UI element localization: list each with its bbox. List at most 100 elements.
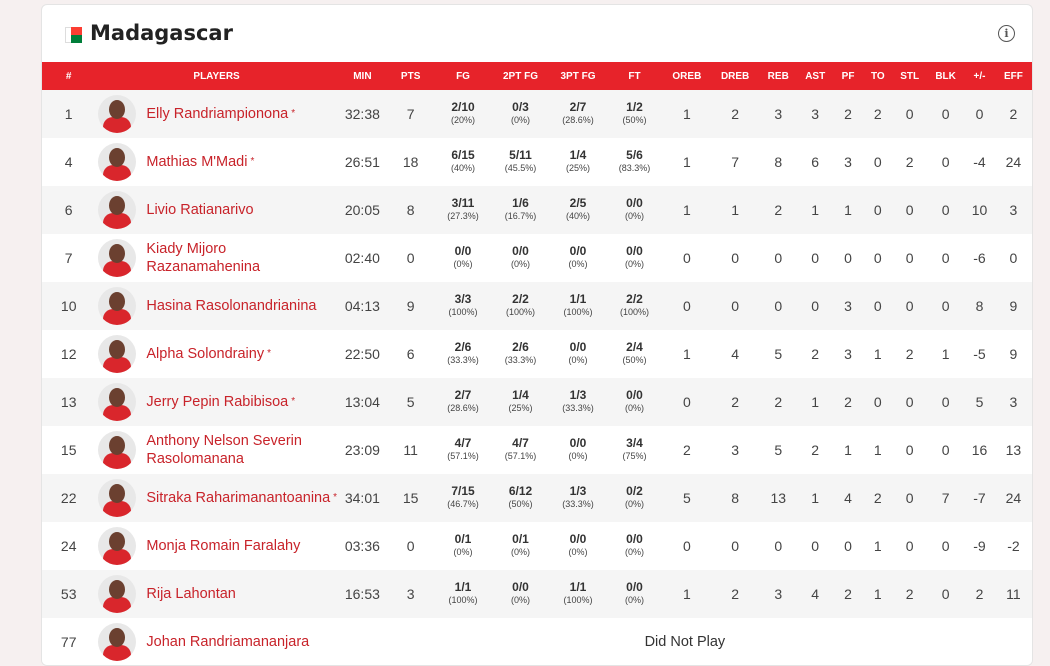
- column-header[interactable]: FG: [434, 62, 492, 90]
- to-cell: 0: [873, 154, 882, 170]
- player-name-link[interactable]: Elly Randriampionona *: [146, 105, 295, 123]
- fg2-cell-pct: (57.1%): [504, 451, 537, 461]
- reb-cell: 5: [774, 442, 783, 458]
- column-header[interactable]: EFF: [995, 62, 1032, 90]
- table-row: 4 Mathias M'Madi * 26:51 18 6/15 (40%) 5/11 (45.…: [42, 138, 1032, 186]
- ft-cell: 2/4 (50%): [607, 330, 662, 378]
- fg-cell-made: 3/3: [454, 292, 472, 306]
- player-name-link[interactable]: Monja Romain Faralahy: [146, 537, 300, 555]
- ft-cell-made: 0/2: [626, 484, 643, 498]
- player-name-link[interactable]: Jerry Pepin Rabibisoa *: [146, 393, 295, 411]
- starter-mark: *: [250, 156, 255, 167]
- ft-cell-pct: (0%): [624, 547, 644, 557]
- player-name-link[interactable]: Rija Lahontan: [146, 585, 236, 603]
- dreb-cell: 4: [731, 346, 740, 362]
- ft-cell-made: 0/0: [626, 244, 643, 258]
- jersey-number: 6: [64, 202, 73, 218]
- fg2-cell: 0/0 (0%): [492, 234, 550, 282]
- reb-cell: 13: [770, 490, 787, 506]
- jersey-number: 24: [60, 538, 77, 554]
- to-cell: 2: [873, 490, 882, 506]
- player-name-link[interactable]: Johan Randriamananjara: [146, 633, 309, 651]
- column-header[interactable]: AST: [798, 62, 833, 90]
- fg3-cell-made: 0/0: [569, 244, 587, 258]
- column-header[interactable]: 3PT FG: [549, 62, 607, 90]
- plus-minus-cell: -5: [973, 346, 986, 362]
- fg3-cell: 0/0 (0%): [549, 522, 607, 570]
- ft-cell: 5/6 (83.3%): [607, 138, 662, 186]
- column-header[interactable]: PF: [833, 62, 864, 90]
- fg2-cell-made: 0/1: [512, 532, 529, 546]
- column-header[interactable]: OREB: [662, 62, 711, 90]
- player-name-link[interactable]: Anthony Nelson Severin Rasolomanana: [146, 432, 337, 468]
- player-cell: Sitraka Raharimanantoanina *: [95, 474, 337, 522]
- pf-cell: 0: [844, 538, 852, 554]
- fg3-cell-pct: (0%): [568, 259, 588, 269]
- jersey-number: 12: [60, 346, 77, 362]
- eff-cell: 2: [1009, 106, 1018, 122]
- starter-mark: *: [333, 492, 338, 503]
- jersey-number: 77: [60, 634, 77, 650]
- eff-cell: -2: [1007, 538, 1020, 554]
- stl-cell: 2: [905, 154, 914, 170]
- eff-cell: 24: [1005, 154, 1022, 170]
- team-header: Madagascar i: [42, 5, 1032, 62]
- did-not-play-label: Did Not Play: [644, 634, 726, 650]
- column-header: #: [65, 70, 72, 82]
- table-row: 10 Hasina Rasolonandrianina 04:13 9 3/3 (100%…: [42, 282, 1032, 330]
- stl-cell: 0: [905, 442, 914, 458]
- eff-cell: 3: [1009, 394, 1018, 410]
- player-name-link[interactable]: Mathias M'Madi *: [146, 153, 254, 171]
- column-header[interactable]: BLK: [927, 62, 964, 90]
- player-name-link[interactable]: Livio Ratianarivo: [146, 201, 253, 219]
- column-header[interactable]: PTS: [387, 62, 434, 90]
- starter-mark: *: [291, 396, 296, 407]
- ast-cell: 0: [811, 298, 820, 314]
- player-name-link[interactable]: Alpha Solondrainy *: [146, 345, 271, 363]
- player-name-link[interactable]: Hasina Rasolonandrianina: [146, 297, 316, 315]
- fg-cell-made: 0/1: [454, 532, 472, 546]
- ft-cell-made: 0/0: [626, 196, 643, 210]
- points-cell: 0: [406, 538, 415, 554]
- fg2-cell-pct: (50%): [508, 499, 533, 509]
- fg-cell-pct: (57.1%): [447, 451, 479, 461]
- stl-cell: 0: [905, 490, 914, 506]
- fg-cell: 1/1 (100%): [434, 570, 492, 618]
- column-header[interactable]: 2PT FG: [492, 62, 550, 90]
- plus-minus-cell: -7: [973, 490, 986, 506]
- info-icon[interactable]: i: [998, 25, 1015, 42]
- fg3-cell-made: 1/1: [569, 292, 587, 306]
- fg3-cell: 0/0 (0%): [549, 234, 607, 282]
- ft-cell: 1/2 (50%): [607, 90, 662, 138]
- table-row: 7 Kiady Mijoro Razanamahenina 02:40 0 0/0 (0%…: [42, 234, 1032, 282]
- pf-cell: 2: [844, 586, 852, 602]
- player-cell: Alpha Solondrainy *: [95, 330, 337, 378]
- pf-cell: 1: [844, 442, 852, 458]
- blk-cell: 0: [941, 202, 950, 218]
- stl-cell: 0: [905, 394, 914, 410]
- plus-minus-cell: 8: [975, 298, 984, 314]
- column-header[interactable]: STL: [892, 62, 927, 90]
- to-cell: 0: [873, 202, 882, 218]
- oreb-cell: 1: [682, 586, 691, 602]
- to-cell: 0: [873, 250, 882, 266]
- fg-cell-made: 1/1: [454, 580, 472, 594]
- eff-cell: 9: [1009, 298, 1018, 314]
- column-header[interactable]: REB: [759, 62, 798, 90]
- fg2-cell: 4/7 (57.1%): [492, 426, 550, 474]
- stl-cell: 0: [905, 250, 914, 266]
- column-header[interactable]: MIN: [338, 62, 387, 90]
- fg-cell: 2/7 (28.6%): [434, 378, 492, 426]
- ft-cell-pct: (0%): [624, 499, 644, 509]
- column-header[interactable]: +/-: [964, 62, 995, 90]
- column-header[interactable]: FT: [607, 62, 662, 90]
- fg3-cell-made: 0/0: [569, 436, 587, 450]
- player-name-link[interactable]: Kiady Mijoro Razanamahenina: [146, 240, 337, 276]
- fg3-cell: 1/3 (33.3%): [549, 378, 607, 426]
- player-name-link[interactable]: Sitraka Raharimanantoanina *: [146, 489, 337, 507]
- ft-cell: 0/0 (0%): [607, 186, 662, 234]
- fg3-cell-pct: (100%): [563, 307, 593, 317]
- minutes-cell: 13:04: [344, 394, 380, 410]
- column-header[interactable]: DREB: [712, 62, 759, 90]
- column-header[interactable]: TO: [863, 62, 892, 90]
